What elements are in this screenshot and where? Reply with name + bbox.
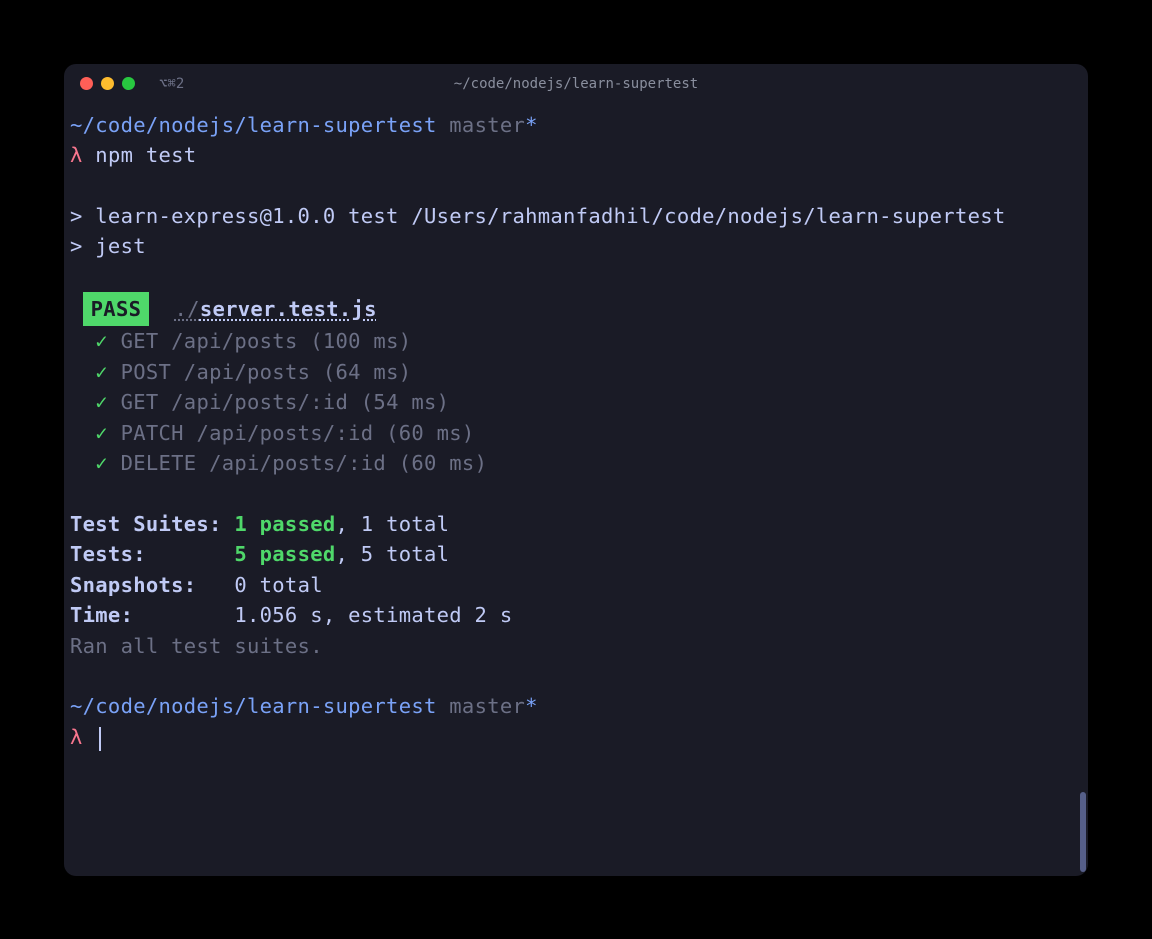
blank-line: [70, 262, 1082, 292]
summary-value: 1.056 s, estimated 2 s: [234, 603, 512, 627]
test-file-name: server.test.js: [200, 297, 377, 321]
titlebar: ⌥⌘2 ~/code/nodejs/learn-supertest: [64, 64, 1088, 104]
prompt-symbol: λ: [70, 725, 83, 749]
passed-count: 1 passed: [234, 512, 335, 536]
git-dirty-asterisk: *: [525, 113, 538, 137]
prompt-symbol: λ: [70, 143, 83, 167]
summary-tests: Tests: 5 passed, 5 total: [70, 539, 1082, 570]
test-result-line: ✓ GET /api/posts/:id (54 ms): [70, 387, 1082, 418]
summary-label: Time:: [70, 603, 234, 627]
npm-output-line: > jest: [70, 231, 1082, 262]
window-title: ~/code/nodejs/learn-supertest: [454, 76, 698, 92]
test-description: PATCH /api/posts/:id (60 ms): [108, 421, 475, 445]
close-icon[interactable]: [80, 77, 93, 90]
blank-line: [70, 661, 1082, 691]
test-description: GET /api/posts (100 ms): [108, 329, 411, 353]
summary-suites: Test Suites: 1 passed, 1 total: [70, 509, 1082, 540]
pass-badge: PASS: [83, 292, 150, 327]
test-file-prefix: ./: [175, 297, 200, 321]
summary-time: Time: 1.056 s, estimated 2 s: [70, 600, 1082, 631]
test-result-line: ✓ PATCH /api/posts/:id (60 ms): [70, 418, 1082, 449]
summary-total: , 5 total: [336, 542, 450, 566]
test-result-line: ✓ DELETE /api/posts/:id (60 ms): [70, 448, 1082, 479]
prompt-line: ~/code/nodejs/learn-supertest master*: [70, 691, 1082, 722]
check-icon: ✓: [95, 421, 108, 445]
prompt-line: ~/code/nodejs/learn-supertest master*: [70, 110, 1082, 141]
summary-label: Tests:: [70, 542, 234, 566]
test-description: POST /api/posts (64 ms): [108, 360, 411, 384]
terminal-window: ⌥⌘2 ~/code/nodejs/learn-supertest ~/code…: [64, 64, 1088, 876]
tab-indicator: ⌥⌘2: [159, 76, 184, 92]
maximize-icon[interactable]: [122, 77, 135, 90]
blank-line: [70, 479, 1082, 509]
scrollbar[interactable]: [1080, 792, 1086, 872]
blank-line: [70, 171, 1082, 201]
test-description: GET /api/posts/:id (54 ms): [108, 390, 449, 414]
test-file-line: PASS ./server.test.js: [70, 292, 1082, 327]
test-description: DELETE /api/posts/:id (60 ms): [108, 451, 487, 475]
check-icon: ✓: [95, 390, 108, 414]
passed-count: 5 passed: [234, 542, 335, 566]
npm-output-line: > learn-express@1.0.0 test /Users/rahman…: [70, 201, 1082, 232]
test-result-line: ✓ GET /api/posts (100 ms): [70, 326, 1082, 357]
minimize-icon[interactable]: [101, 77, 114, 90]
summary-label: Snapshots:: [70, 573, 234, 597]
summary-snapshots: Snapshots: 0 total: [70, 570, 1082, 601]
terminal-body[interactable]: ~/code/nodejs/learn-supertest master* λ …: [64, 104, 1088, 759]
summary-value: 0 total: [234, 573, 323, 597]
traffic-lights: [80, 77, 135, 90]
command-text: npm test: [83, 143, 197, 167]
cursor-icon: [99, 727, 101, 751]
check-icon: ✓: [95, 451, 108, 475]
check-icon: ✓: [95, 360, 108, 384]
cwd-path: ~/code/nodejs/learn-supertest: [70, 113, 437, 137]
summary-total: , 1 total: [336, 512, 450, 536]
check-icon: ✓: [95, 329, 108, 353]
git-branch: master: [449, 694, 525, 718]
test-result-line: ✓ POST /api/posts (64 ms): [70, 357, 1082, 388]
command-line: λ npm test: [70, 140, 1082, 171]
git-dirty-asterisk: *: [525, 694, 538, 718]
git-branch: master: [449, 113, 525, 137]
cwd-path: ~/code/nodejs/learn-supertest: [70, 694, 437, 718]
ran-all-line: Ran all test suites.: [70, 631, 1082, 662]
summary-label: Test Suites:: [70, 512, 234, 536]
active-prompt[interactable]: λ: [70, 722, 1082, 753]
